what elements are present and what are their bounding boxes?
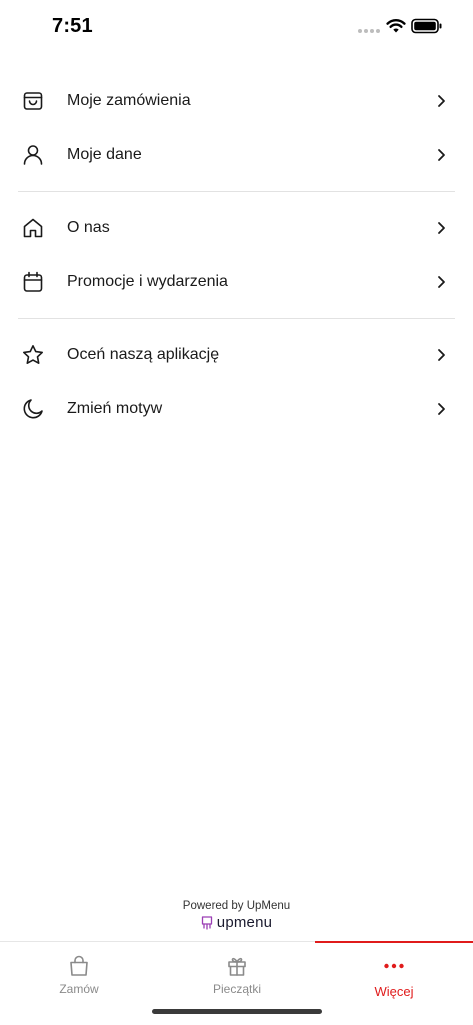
menu-divider [18, 191, 455, 192]
menu-item-label: Moje zamówienia [67, 92, 191, 109]
menu-item-my-data[interactable]: Moje dane [0, 128, 473, 182]
active-tab-indicator [315, 941, 473, 943]
menu-item-label: Zmień motyw [67, 400, 163, 417]
star-icon [23, 345, 43, 364]
status-time: 7:51 [52, 15, 93, 37]
menu-item-label: Moje dane [67, 146, 142, 163]
wifi-icon [386, 19, 406, 33]
menu-item-about-us[interactable]: O nas [0, 201, 473, 255]
cellular-signal-icon [358, 29, 380, 33]
menu-item-promotions-events[interactable]: Promocje i wydarzenia [0, 255, 473, 309]
gift-icon [228, 957, 246, 976]
calendar-icon [23, 271, 43, 292]
upmenu-mascot-icon [201, 916, 212, 930]
chevron-right-icon [438, 149, 445, 161]
menu-item-label: O nas [67, 219, 110, 236]
menu-item-rate-app[interactable]: Oceń naszą aplikację [0, 328, 473, 382]
bag-icon [70, 955, 88, 976]
tab-label: Pieczątki [212, 982, 262, 996]
tab-more[interactable]: Więcej [315, 954, 473, 999]
upmenu-logo: upmenu [201, 914, 272, 931]
chevron-right-icon [438, 276, 445, 288]
tab-label: Zamów [59, 982, 99, 996]
home-indicator[interactable] [152, 1009, 322, 1014]
chevron-right-icon [438, 403, 445, 415]
status-bar: 7:51 [0, 0, 473, 54]
menu-item-label: Promocje i wydarzenia [67, 273, 228, 290]
tab-label: Więcej [374, 984, 414, 999]
chevron-right-icon [438, 349, 445, 361]
menu-item-label: Oceń naszą aplikację [67, 346, 220, 363]
battery-icon [411, 18, 442, 34]
menu-item-my-orders[interactable]: Moje zamówienia [0, 74, 473, 128]
user-icon [23, 145, 43, 165]
moon-icon [23, 399, 43, 419]
chevron-right-icon [438, 222, 445, 234]
tab-order[interactable]: Zamów [0, 954, 158, 996]
home-icon [23, 218, 43, 238]
powered-by: Powered by UpMenu upmenu [0, 900, 473, 935]
upmenu-brand: upmenu [216, 914, 273, 931]
powered-by-text: Powered by UpMenu [182, 900, 291, 912]
menu-item-change-theme[interactable]: Zmień motyw [0, 382, 473, 436]
more-menu: Moje zamówienia Moje dane O nas Promocje… [0, 74, 473, 436]
chevron-right-icon [438, 95, 445, 107]
shopping-bag-icon [23, 92, 43, 110]
tab-stamps[interactable]: Pieczątki [158, 954, 316, 996]
more-dots-icon [384, 963, 404, 969]
menu-divider [18, 318, 455, 319]
